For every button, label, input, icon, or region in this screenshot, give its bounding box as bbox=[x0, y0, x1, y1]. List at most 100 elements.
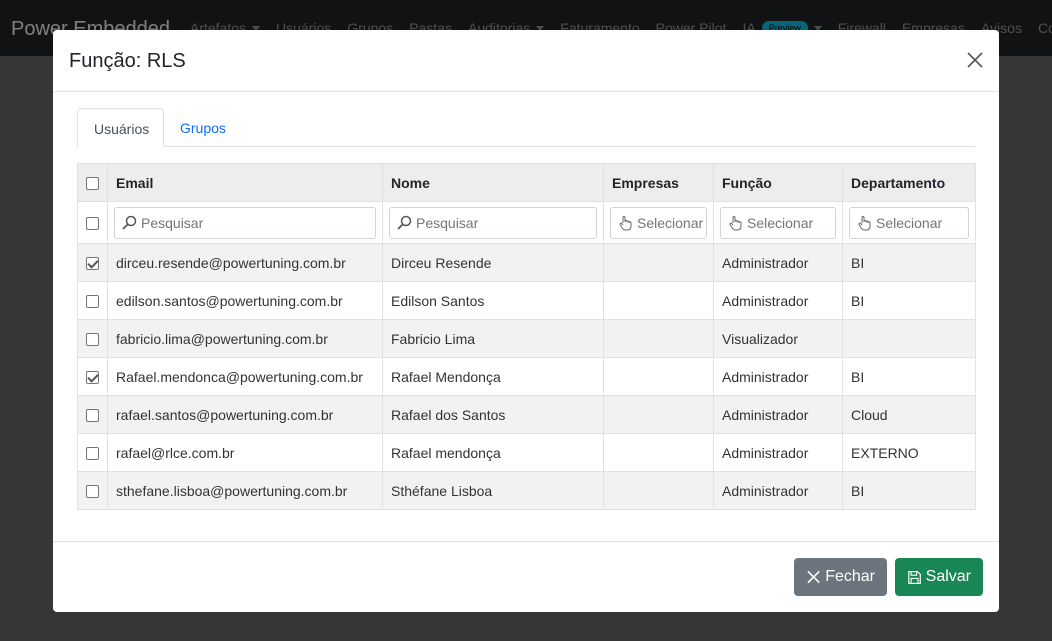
cell-funcao: Administrador bbox=[713, 281, 843, 320]
table-row[interactable]: Rafael.mendonca@powertuning.com.br Rafae… bbox=[77, 357, 976, 396]
close-icon[interactable] bbox=[965, 50, 985, 70]
cell-nome: Rafael Mendonça bbox=[382, 357, 604, 396]
cell-nome: Dirceu Resende bbox=[382, 243, 604, 282]
cell-funcao: Administrador bbox=[713, 395, 843, 434]
row-checkbox[interactable] bbox=[86, 371, 99, 385]
nome-search-placeholder: Pesquisar bbox=[416, 214, 479, 231]
row-select-cell bbox=[77, 357, 108, 396]
filter-cell-empresas: Selecionar bbox=[603, 201, 714, 244]
cell-empresas bbox=[603, 319, 714, 358]
users-table: Email Nome Empresas Função Departamento … bbox=[77, 163, 976, 510]
cell-departamento bbox=[842, 319, 976, 358]
table-row[interactable]: rafael.santos@powertuning.com.br Rafael … bbox=[77, 395, 976, 434]
filter-select-cell bbox=[77, 201, 108, 244]
cell-email: rafael@rlce.com.br bbox=[107, 433, 383, 472]
row-checkbox[interactable] bbox=[86, 447, 99, 461]
departamento-select-placeholder: Selecionar bbox=[876, 214, 943, 231]
filter-cell-funcao: Selecionar bbox=[713, 201, 843, 244]
select-all-checkbox[interactable] bbox=[86, 177, 99, 191]
row-select-cell bbox=[77, 319, 108, 358]
nome-search-input[interactable]: Pesquisar bbox=[389, 206, 597, 239]
row-checkbox[interactable] bbox=[86, 295, 99, 309]
row-select-cell bbox=[77, 433, 108, 472]
cell-nome: Rafael dos Santos bbox=[382, 395, 604, 434]
search-icon bbox=[122, 215, 137, 230]
cell-departamento: Cloud bbox=[842, 395, 976, 434]
table-row[interactable]: rafael@rlce.com.br Rafael mendonça Admin… bbox=[77, 433, 976, 472]
modal-header: Função: RLS bbox=[53, 30, 999, 92]
row-checkbox[interactable] bbox=[86, 485, 99, 499]
filter-cell-email: Pesquisar bbox=[107, 201, 383, 244]
column-header-funcao[interactable]: Função bbox=[713, 163, 843, 202]
pointer-hand-icon bbox=[729, 215, 742, 230]
empresas-select-placeholder: Selecionar bbox=[637, 214, 704, 231]
cell-email: dirceu.resende@powertuning.com.br bbox=[107, 243, 383, 282]
column-header-email[interactable]: Email bbox=[107, 163, 383, 202]
cell-email: sthefane.lisboa@powertuning.com.br bbox=[107, 471, 383, 510]
modal-footer: Fechar Salvar bbox=[53, 541, 999, 612]
cell-departamento: BI bbox=[842, 357, 976, 396]
cell-departamento: BI bbox=[842, 243, 976, 282]
select-all-header bbox=[77, 163, 108, 202]
email-search-placeholder: Pesquisar bbox=[141, 214, 204, 231]
cell-nome: Rafael mendonça bbox=[382, 433, 604, 472]
tab-grupos[interactable]: Grupos bbox=[164, 108, 242, 147]
cell-email: Rafael.mendonca@powertuning.com.br bbox=[107, 357, 383, 396]
cell-funcao: Administrador bbox=[713, 433, 843, 472]
pointer-hand-icon bbox=[619, 215, 632, 230]
cell-nome: Fabricio Lima bbox=[382, 319, 604, 358]
row-checkbox[interactable] bbox=[86, 257, 99, 271]
x-icon bbox=[807, 570, 820, 584]
funcao-select-placeholder: Selecionar bbox=[747, 214, 814, 231]
close-button[interactable]: Fechar bbox=[794, 558, 887, 596]
cell-departamento: BI bbox=[842, 471, 976, 510]
cell-funcao: Administrador bbox=[713, 243, 843, 282]
search-icon bbox=[397, 215, 412, 230]
row-select-cell bbox=[77, 281, 108, 320]
table-row[interactable]: fabricio.lima@powertuning.com.br Fabrici… bbox=[77, 319, 976, 358]
table-row[interactable]: dirceu.resende@powertuning.com.br Dirceu… bbox=[77, 243, 976, 282]
cell-nome: Sthéfane Lisboa bbox=[382, 471, 604, 510]
column-header-nome[interactable]: Nome bbox=[382, 163, 604, 202]
cell-departamento: BI bbox=[842, 281, 976, 320]
modal-title: Função: RLS bbox=[69, 50, 186, 72]
filter-select-checkbox[interactable] bbox=[86, 217, 99, 231]
cell-empresas bbox=[603, 471, 714, 510]
table-row[interactable]: edilson.santos@powertuning.com.br Edilso… bbox=[77, 281, 976, 320]
role-modal: Função: RLS Usuários Grupos Email Nome E… bbox=[53, 30, 999, 612]
row-checkbox[interactable] bbox=[86, 333, 99, 347]
cell-empresas bbox=[603, 357, 714, 396]
tab-usuarios[interactable]: Usuários bbox=[77, 108, 164, 147]
cell-empresas bbox=[603, 243, 714, 282]
save-button[interactable]: Salvar bbox=[895, 558, 983, 596]
email-search-input[interactable]: Pesquisar bbox=[114, 206, 376, 239]
row-checkbox[interactable] bbox=[86, 409, 99, 423]
cell-empresas bbox=[603, 281, 714, 320]
cell-funcao: Administrador bbox=[713, 357, 843, 396]
cell-funcao: Administrador bbox=[713, 471, 843, 510]
empresas-select[interactable]: Selecionar bbox=[610, 206, 707, 239]
funcao-select[interactable]: Selecionar bbox=[720, 206, 836, 239]
filter-row: Pesquisar Pesquisar Selecionar Seleciona… bbox=[77, 201, 976, 244]
cell-departamento: EXTERNO bbox=[842, 433, 976, 472]
cell-empresas bbox=[603, 433, 714, 472]
column-header-empresas[interactable]: Empresas bbox=[603, 163, 714, 202]
cell-funcao: Visualizador bbox=[713, 319, 843, 358]
close-button-label: Fechar bbox=[825, 568, 875, 585]
pointer-hand-icon bbox=[858, 215, 871, 230]
row-select-cell bbox=[77, 243, 108, 282]
tab-bar: Usuários Grupos bbox=[77, 108, 975, 147]
cell-email: fabricio.lima@powertuning.com.br bbox=[107, 319, 383, 358]
row-select-cell bbox=[77, 471, 108, 510]
filter-cell-departamento: Selecionar bbox=[842, 201, 976, 244]
save-floppy-icon bbox=[908, 570, 921, 584]
cell-email: edilson.santos@powertuning.com.br bbox=[107, 281, 383, 320]
save-button-label: Salvar bbox=[925, 568, 971, 585]
column-header-departamento[interactable]: Departamento bbox=[842, 163, 976, 202]
departamento-select[interactable]: Selecionar bbox=[849, 206, 969, 239]
row-select-cell bbox=[77, 395, 108, 434]
cell-nome: Edilson Santos bbox=[382, 281, 604, 320]
cell-empresas bbox=[603, 395, 714, 434]
cell-email: rafael.santos@powertuning.com.br bbox=[107, 395, 383, 434]
table-row[interactable]: sthefane.lisboa@powertuning.com.br Sthéf… bbox=[77, 471, 976, 510]
